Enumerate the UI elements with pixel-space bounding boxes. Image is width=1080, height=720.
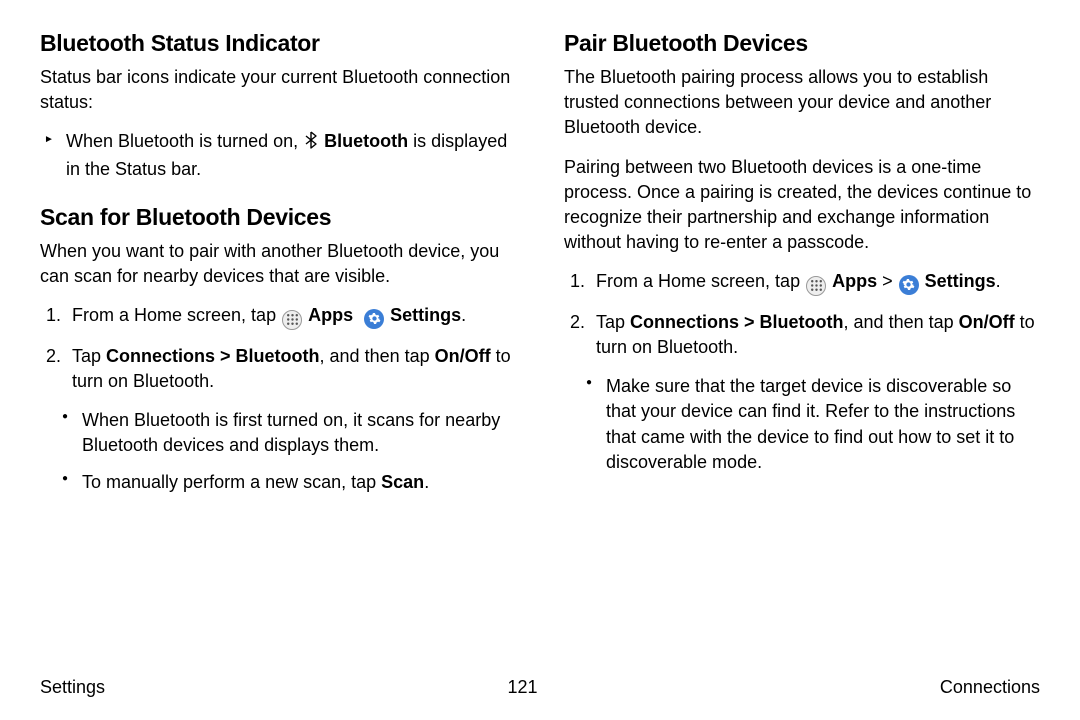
- scan-sub-bullet-1: When Bluetooth is first turned on, it sc…: [82, 408, 516, 458]
- page-footer: Settings 121 Connections: [40, 677, 1040, 698]
- pair-step-2: Tap Connections > Bluetooth, and then ta…: [590, 310, 1040, 475]
- pair-step-1: From a Home screen, tap Apps > Settings.: [590, 269, 1040, 296]
- left-column: Bluetooth Status Indicator Status bar ic…: [40, 30, 516, 510]
- scan-step-2: Tap Connections > Bluetooth, and then ta…: [66, 344, 516, 496]
- settings-icon: [899, 275, 919, 295]
- pair-sub-bullet-1: Make sure that the target device is disc…: [606, 374, 1040, 475]
- heading-pair-devices: Pair Bluetooth Devices: [564, 30, 1040, 57]
- intro-status-text: Status bar icons indicate your current B…: [40, 65, 516, 115]
- pair-onetime-text: Pairing between two Bluetooth devices is…: [564, 155, 1040, 256]
- footer-left: Settings: [40, 677, 105, 698]
- scan-intro-text: When you want to pair with another Bluet…: [40, 239, 516, 289]
- right-column: Pair Bluetooth Devices The Bluetooth pai…: [564, 30, 1040, 510]
- status-bullet: When Bluetooth is turned on, Bluetooth i…: [66, 129, 516, 181]
- footer-page-number: 121: [507, 677, 537, 698]
- footer-right: Connections: [940, 677, 1040, 698]
- settings-icon: [364, 309, 384, 329]
- heading-bt-status-indicator: Bluetooth Status Indicator: [40, 30, 516, 57]
- heading-scan-devices: Scan for Bluetooth Devices: [40, 204, 516, 231]
- scan-step-1: From a Home screen, tap Apps Settings.: [66, 303, 516, 330]
- bluetooth-icon: [304, 131, 318, 156]
- scan-sub-bullet-2: To manually perform a new scan, tap Scan…: [82, 470, 516, 495]
- apps-icon: [282, 310, 302, 330]
- pair-intro-text: The Bluetooth pairing process allows you…: [564, 65, 1040, 141]
- apps-icon: [806, 276, 826, 296]
